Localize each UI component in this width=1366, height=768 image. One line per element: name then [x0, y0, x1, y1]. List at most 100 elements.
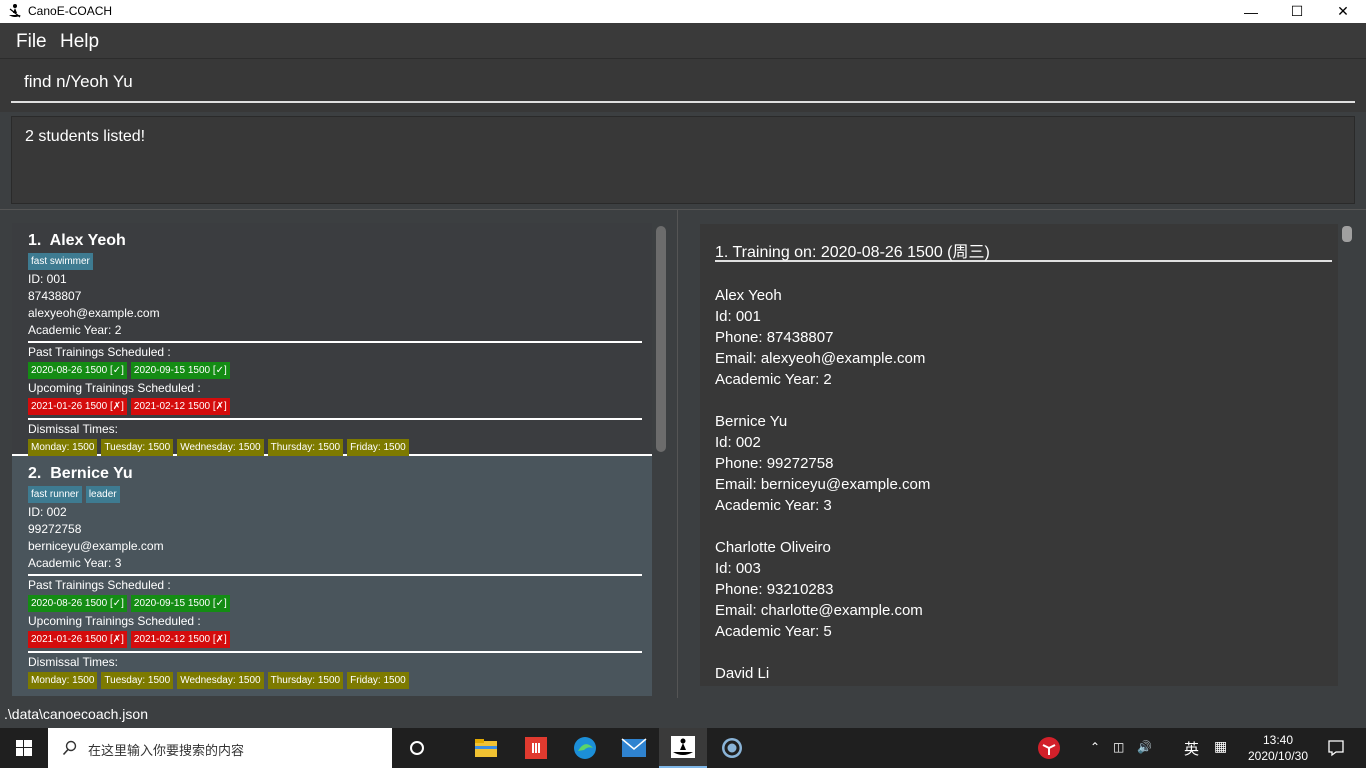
training-student-year: Academic Year: 5: [715, 623, 832, 640]
student-tag: fast runner: [28, 486, 82, 503]
app-button[interactable]: [518, 728, 554, 768]
clock-date: 2020/10/30: [1247, 749, 1309, 763]
upcoming-training-tag: 2021-01-26 1500 [✗]: [28, 398, 127, 415]
dismissal-tag: Friday: 1500: [347, 439, 409, 456]
tray-app-button[interactable]: [1034, 728, 1064, 768]
browser-app-icon: [722, 738, 742, 758]
window-title: CanoE-COACH: [28, 4, 113, 18]
mail-icon: [621, 738, 647, 757]
notification-button[interactable]: [1318, 728, 1354, 768]
past-trainings-label: Past Trainings Scheduled :: [28, 345, 171, 359]
student-card[interactable]: 2. Bernice Yu fast runner leader ID: 002…: [12, 456, 652, 696]
student-id: ID: 001: [28, 272, 67, 286]
training-list-scrollbar[interactable]: [1342, 226, 1352, 242]
clock-time: 13:40: [1262, 733, 1294, 747]
dismissal-times-label: Dismissal Times:: [28, 655, 119, 669]
windows-icon: [16, 740, 32, 756]
training-list[interactable]: 1. Training on: 2020-08-26 1500 (周三) Ale…: [700, 224, 1338, 686]
menu-bar: File Help: [0, 23, 1366, 59]
edge-browser-button[interactable]: [567, 728, 603, 768]
training-student-phone: Phone: 87438807: [715, 329, 834, 346]
training-student-email: Email: alexyeoh@example.com: [715, 350, 926, 367]
student-list-scrollbar[interactable]: [656, 226, 666, 452]
command-input[interactable]: [11, 63, 1355, 103]
training-student-name: Alex Yeoh: [715, 287, 782, 304]
command-box: [0, 59, 1366, 112]
dismissal-tag: Tuesday: 1500: [101, 672, 174, 689]
canoe-app-icon: [9, 4, 21, 18]
student-id: ID: 002: [28, 505, 67, 519]
folder-icon: [475, 739, 497, 757]
dismissal-times-label: Dismissal Times:: [28, 422, 119, 436]
student-name: 1. Alex Yeoh: [28, 232, 126, 249]
training-student-name: David Li: [715, 665, 770, 682]
student-card[interactable]: 1. Alex Yeoh fast swimmer ID: 001 874388…: [12, 223, 652, 456]
search-placeholder: 在这里输入你要搜索的内容: [88, 743, 245, 758]
volume-icon[interactable]: 🔊: [1137, 740, 1152, 754]
training-panel: 1. Training on: 2020-08-26 1500 (周三) Ale…: [686, 210, 1366, 698]
past-training-tag: 2020-08-26 1500 [✓]: [28, 595, 127, 612]
student-academic-year: Academic Year: 3: [28, 556, 122, 570]
upcoming-trainings-label: Upcoming Trainings Scheduled :: [28, 381, 201, 395]
student-tag: leader: [85, 486, 120, 503]
student-list[interactable]: 1. Alex Yeoh fast swimmer ID: 001 874388…: [12, 223, 652, 697]
training-student: Bernice Yu Id: 002 Phone: 99272758 Email…: [715, 411, 930, 516]
ime-indicator[interactable]: 英: [1184, 738, 1199, 759]
dismissal-tag: Thursday: 1500: [267, 439, 344, 456]
training-student-email: Email: charlotte@example.com: [715, 602, 923, 619]
dismissal-tag: Thursday: 1500: [267, 672, 344, 689]
training-student-phone: Phone: 99272758: [715, 455, 834, 472]
result-message: 2 students listed!: [25, 128, 146, 145]
dismissal-tag: Friday: 1500: [347, 672, 409, 689]
search-icon: [62, 740, 77, 756]
student-tag: fast swimmer: [28, 253, 93, 270]
notification-icon: [1328, 740, 1344, 757]
upcoming-training-tag: 2021-02-12 1500 [✗]: [130, 398, 230, 415]
keyboard-icon[interactable]: ▦: [1214, 738, 1227, 755]
divider: [28, 341, 642, 343]
dismissal-tag: Monday: 1500: [28, 439, 98, 456]
dismissal-tag: Tuesday: 1500: [101, 439, 174, 456]
close-button[interactable]: ✕: [1320, 0, 1366, 23]
upcoming-training-tag: 2021-02-12 1500 [✗]: [130, 631, 230, 648]
past-training-tag: 2020-09-15 1500 [✓]: [130, 362, 230, 379]
training-student-year: Academic Year: 2: [715, 371, 832, 388]
app-icon: [525, 737, 547, 759]
menu-file[interactable]: File: [16, 31, 47, 53]
dismissal-tag: Wednesday: 1500: [177, 439, 264, 456]
training-student-id: Id: 003: [715, 560, 761, 577]
training-student-phone: Phone: 93210283: [715, 581, 834, 598]
dismissal-tag: Wednesday: 1500: [177, 672, 264, 689]
past-trainings-label: Past Trainings Scheduled :: [28, 578, 171, 592]
training-student-name: Bernice Yu: [715, 413, 788, 430]
upcoming-training-tag: 2021-01-26 1500 [✗]: [28, 631, 127, 648]
divider: [28, 574, 642, 576]
student-academic-year: Academic Year: 2: [28, 323, 122, 337]
canoe-app-icon: [671, 736, 695, 758]
minimize-button[interactable]: —: [1228, 0, 1274, 23]
training-heading: 1. Training on: 2020-08-26 1500 (周三): [715, 238, 1332, 262]
taskbar-search[interactable]: 在这里输入你要搜索的内容: [48, 728, 392, 768]
taskbar: 在这里输入你要搜索的内容 ⌃ ◫ 🔊 英 ▦ 13:40 2020/10/30: [0, 728, 1366, 768]
divider: [28, 418, 642, 420]
training-student-name: Charlotte Oliveiro: [715, 539, 831, 556]
save-location: .\data\canoecoach.json: [4, 706, 148, 722]
chevron-up-icon[interactable]: ⌃: [1090, 740, 1100, 754]
dismissal-tag: Monday: 1500: [28, 672, 98, 689]
student-name: 2. Bernice Yu: [28, 465, 133, 482]
maximize-button[interactable]: ☐: [1274, 0, 1320, 23]
file-explorer-button[interactable]: [468, 728, 504, 768]
cortana-button[interactable]: [400, 728, 434, 768]
canoecoach-taskbar-button[interactable]: [659, 728, 707, 768]
start-button[interactable]: [0, 728, 48, 768]
clock[interactable]: 13:40 2020/10/30: [1243, 732, 1313, 764]
training-student: Charlotte Oliveiro Id: 003 Phone: 932102…: [715, 537, 923, 642]
browser-app-button[interactable]: [714, 728, 750, 768]
past-training-tag: 2020-09-15 1500 [✓]: [130, 595, 230, 612]
result-display: 2 students listed!: [11, 116, 1355, 204]
training-student: David Li: [715, 663, 769, 684]
mail-button[interactable]: [616, 728, 652, 768]
menu-help[interactable]: Help: [60, 31, 99, 53]
student-email: alexyeoh@example.com: [28, 306, 160, 320]
network-icon[interactable]: ◫: [1113, 740, 1124, 754]
